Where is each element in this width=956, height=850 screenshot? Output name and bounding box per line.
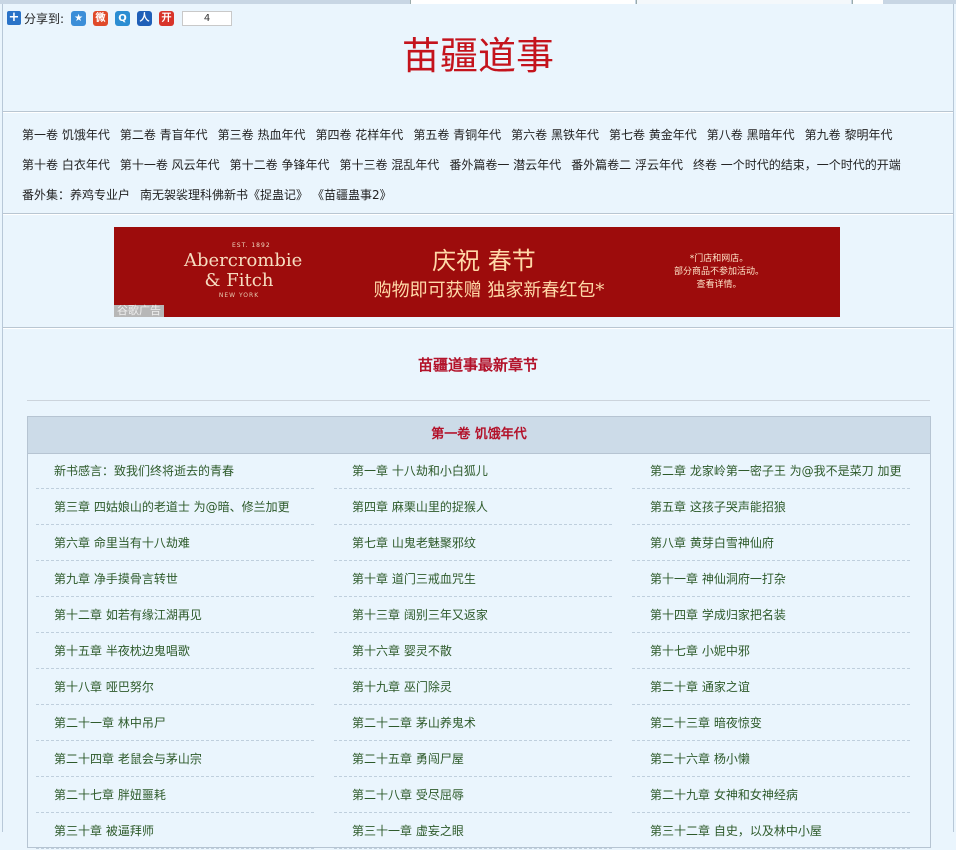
ad-note: *门店和网店。 部分商品不参加活动。 查看详情。 xyxy=(664,253,774,292)
volume-link[interactable]: 《苗疆蛊事2》 xyxy=(318,188,392,202)
chapter-link[interactable]: 第二十二章 茅山养鬼术 xyxy=(334,706,612,741)
chapter-link[interactable]: 第十三章 阔别三年又返家 xyxy=(334,598,612,633)
volume-nav-row: 第十卷 白衣年代 第十一卷 风云年代 第十二卷 争锋年代 第十三卷 混乱年代 番外篇卷一… xyxy=(22,152,922,182)
weibo-icon[interactable]: 微 xyxy=(93,10,109,26)
ad-brand: Abercrombie & Fitch xyxy=(184,250,303,291)
chapter-link[interactable]: 第二章 龙家岭第一密子王 为@我不是菜刀 加更 xyxy=(632,454,910,489)
volume-link[interactable]: 第五卷 青铜年代 xyxy=(413,128,501,142)
divider xyxy=(3,213,953,215)
chapter-link[interactable]: 第十四章 学成归家把名装 xyxy=(632,598,910,633)
ad-label[interactable]: 谷歌广告 xyxy=(114,305,164,317)
chapter-link[interactable]: 第一章 十八劫和小白狐儿 xyxy=(334,454,612,489)
chapter-link[interactable]: 第二十三章 暗夜惊变 xyxy=(632,706,910,741)
ad-brand-est: EST. 1892 xyxy=(232,242,271,249)
chapter-row: 第九章 净手摸骨言转世 第十章 道门三戒血咒生 第十一章 神仙洞府一打杂 xyxy=(36,562,926,598)
chapter-row: 新书感言：致我们终将逝去的青春 第一章 十八劫和小白狐儿 第二章 龙家岭第一密子王 … xyxy=(36,454,926,490)
chapter-row: 第三十章 被逼拜师 第三十一章 虚妄之眼 第三十二章 自史，以及林中小屋 xyxy=(36,814,926,850)
volume-link[interactable]: 第十卷 白衣年代 xyxy=(22,158,110,172)
volume-link[interactable]: 第三卷 热血年代 xyxy=(218,128,306,142)
share-plus-icon[interactable]: + xyxy=(7,11,21,25)
chapter-row: 第十八章 哑巴努尔 第十九章 巫门除灵 第二十章 通家之谊 xyxy=(36,670,926,706)
volume-header: 第一卷 饥饿年代 xyxy=(28,417,930,454)
volume-nav-row: 番外集：养鸡专业户 南无袈裟理科佛新书《捉蛊记》 《苗疆蛊事2》 xyxy=(22,182,922,212)
kaixin-icon[interactable]: 开 xyxy=(159,10,175,26)
chapter-link[interactable]: 第十章 道门三戒血咒生 xyxy=(334,562,612,597)
tqq-icon[interactable]: Q xyxy=(115,10,131,26)
share-label: 分享到: xyxy=(24,11,65,26)
chapter-link[interactable]: 第十七章 小妮中邪 xyxy=(632,634,910,669)
chapter-link[interactable]: 第二十六章 杨小懒 xyxy=(632,742,910,777)
chapter-link[interactable]: 第十九章 巫门除灵 xyxy=(334,670,612,705)
volume-link[interactable]: 第十二卷 争锋年代 xyxy=(230,158,330,172)
volume-link[interactable]: 第七卷 黄金年代 xyxy=(609,128,697,142)
share-bar: + 分享到: ★ 微 Q 人开 4 xyxy=(7,9,233,27)
ad-note-line: 查看详情。 xyxy=(696,280,742,290)
chapter-link[interactable]: 第二十七章 胖妞噩耗 xyxy=(36,778,314,813)
divider xyxy=(3,111,953,113)
share-count[interactable]: 4 xyxy=(182,10,233,26)
ad-banner[interactable]: EST. 1892 Abercrombie & Fitch NEW YORK 庆… xyxy=(114,227,840,317)
chapter-row: 第十五章 半夜枕边鬼唱歌 第十六章 婴灵不散 第十七章 小妮中邪 xyxy=(36,634,926,670)
volume-link[interactable]: 第十一卷 风云年代 xyxy=(120,158,220,172)
ad-subline: 购物即可获赠 独家新春红包* xyxy=(373,280,605,301)
volume-link[interactable]: 第八卷 黑暗年代 xyxy=(707,128,795,142)
volume-nav: 第一卷 饥饿年代 第二卷 青盲年代 第三卷 热血年代 第四卷 花样年代 第五卷 青铜年代… xyxy=(22,122,922,212)
chapter-row: 第三章 四姑娘山的老道士 为@暗、修兰加更 第四章 麻栗山里的捉猴人 第五章 这孩子… xyxy=(36,490,926,526)
chapter-link[interactable]: 第七章 山鬼老魅聚邪纹 xyxy=(334,526,612,561)
chapter-link[interactable]: 第三章 四姑娘山的老道士 为@暗、修兰加更 xyxy=(36,490,314,525)
volume-link[interactable]: 番外集：养鸡专业户 xyxy=(22,188,130,202)
chapter-link[interactable]: 第二十九章 女神和女神经病 xyxy=(632,778,910,813)
volume-link[interactable]: 番外篇卷一 潜云年代 xyxy=(449,158,561,172)
ad-brand-city: NEW YORK xyxy=(218,292,260,299)
ad-note-line: *门店和网店。 xyxy=(689,254,749,264)
divider xyxy=(27,400,930,401)
chapter-link[interactable]: 新书感言：致我们终将逝去的青春 xyxy=(36,454,314,489)
chapter-link[interactable]: 第四章 麻栗山里的捉猴人 xyxy=(334,490,612,525)
chapter-row: 第六章 命里当有十八劫难 第七章 山鬼老魅聚邪纹 第八章 黄芽白雪神仙府 xyxy=(36,526,926,562)
chapter-link[interactable]: 第二十一章 林中吊尸 xyxy=(36,706,314,741)
site-title: 苗疆道事 xyxy=(401,34,554,78)
volume-link[interactable]: 第一卷 饥饿年代 xyxy=(22,128,110,142)
chapter-link[interactable]: 第二十五章 勇闯尸屋 xyxy=(334,742,612,777)
chapter-link[interactable]: 第五章 这孩子哭声能招狼 xyxy=(632,490,910,525)
chapter-link[interactable]: 第十八章 哑巴努尔 xyxy=(36,670,314,705)
volume-link[interactable]: 第二卷 青盲年代 xyxy=(120,128,208,142)
chapter-link[interactable]: 第二十八章 受尽屈辱 xyxy=(334,778,612,813)
chapter-row: 第十二章 如若有缘江湖再见 第十三章 阔别三年又返家 第十四章 学成归家把名装 xyxy=(36,598,926,634)
volume-link[interactable]: 终卷 一个时代的结束，一个时代的开端 xyxy=(693,158,901,172)
ad-note-line: 部分商品不参加活动。 xyxy=(673,267,764,277)
chapter-row: 第二十四章 老鼠会与茅山宗 第二十五章 勇闯尸屋 第二十六章 杨小懒 xyxy=(36,742,926,778)
volume-chapter-box: 第一卷 饥饿年代 新书感言：致我们终将逝去的青春 第一章 十八劫和小白狐儿 第二章 … xyxy=(27,416,931,850)
divider xyxy=(3,327,953,329)
qzone-icon[interactable]: ★ xyxy=(71,10,87,26)
volume-link[interactable]: 第九卷 黎明年代 xyxy=(805,128,893,142)
volume-link[interactable]: 第四卷 花样年代 xyxy=(315,128,403,142)
volume-link[interactable]: 南无袈裟理科佛新书《捉蛊记》 xyxy=(140,188,308,202)
chapter-link[interactable]: 第九章 净手摸骨言转世 xyxy=(36,562,314,597)
chapter-link[interactable]: 第二十四章 老鼠会与茅山宗 xyxy=(36,742,314,777)
chapter-link[interactable]: 第八章 黄芽白雪神仙府 xyxy=(632,526,910,561)
volume-link[interactable]: 第六卷 黑铁年代 xyxy=(511,128,599,142)
volume-nav-row: 第一卷 饥饿年代 第二卷 青盲年代 第三卷 热血年代 第四卷 花样年代 第五卷 青铜年代… xyxy=(22,122,922,152)
volume-link[interactable]: 第十三卷 混乱年代 xyxy=(339,158,439,172)
chapter-link[interactable]: 第十一章 神仙洞府一打杂 xyxy=(632,562,910,597)
renren-icon[interactable]: 人 xyxy=(137,10,153,26)
chapter-row: 第二十七章 胖妞噩耗 第二十八章 受尽屈辱 第二十九章 女神和女神经病 xyxy=(36,778,926,814)
latest-chapters-title: 苗疆道事最新章节 xyxy=(417,356,538,374)
volume-link[interactable]: 番外篇卷二 浮云年代 xyxy=(571,158,683,172)
ad-headline: 庆祝 春节 xyxy=(432,247,536,275)
chapter-grid: 新书感言：致我们终将逝去的青春 第一章 十八劫和小白狐儿 第二章 龙家岭第一密子王 … xyxy=(36,454,926,850)
chapter-link[interactable]: 第六章 命里当有十八劫难 xyxy=(36,526,314,561)
chapter-link[interactable]: 第十五章 半夜枕边鬼唱歌 xyxy=(36,634,314,669)
chapter-row: 第二十一章 林中吊尸 第二十二章 茅山养鬼术 第二十三章 暗夜惊变 xyxy=(36,706,926,742)
chapter-link[interactable]: 第二十章 通家之谊 xyxy=(632,670,910,705)
chapter-link[interactable]: 第十二章 如若有缘江湖再见 xyxy=(36,598,314,633)
chapter-link[interactable]: 第十六章 婴灵不散 xyxy=(334,634,612,669)
